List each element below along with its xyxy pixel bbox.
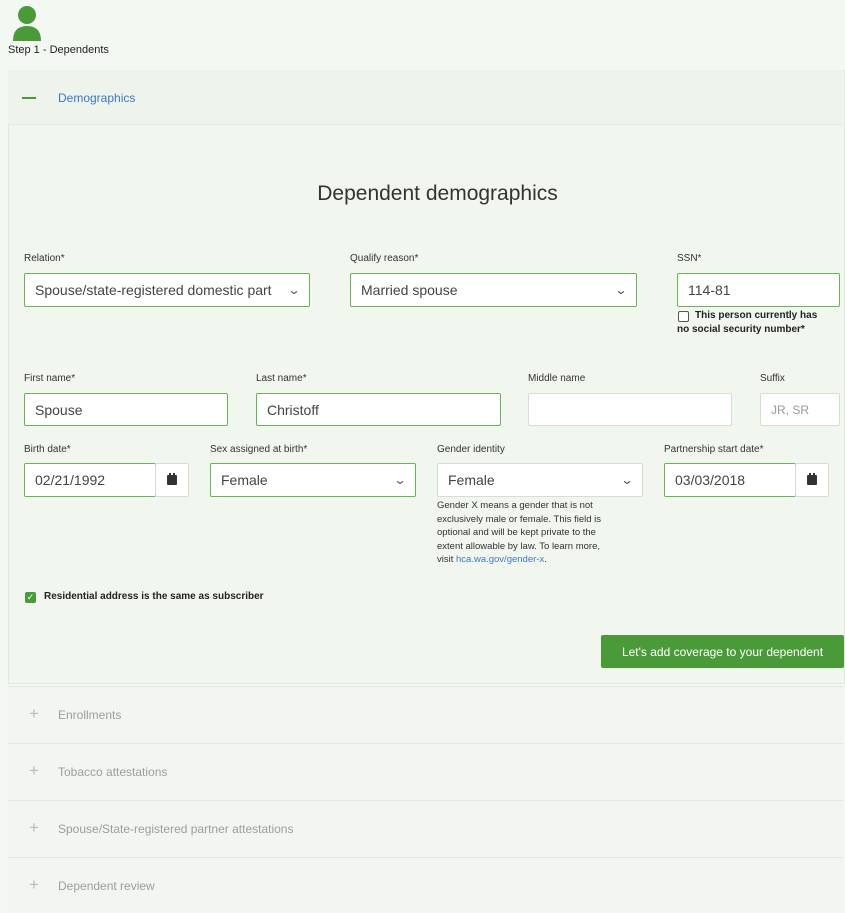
qualify-reason-value: Married spouse	[361, 282, 458, 298]
sex-at-birth-label: Sex assigned at birth*	[210, 444, 308, 455]
expand-icon: +	[29, 761, 39, 780]
gender-identity-value: Female	[448, 472, 495, 488]
gender-identity-label: Gender identity	[437, 444, 505, 455]
chevron-down-icon: ⌄	[287, 283, 301, 297]
suffix-placeholder: JR, SR	[771, 402, 810, 417]
birth-date-value: 02/21/1992	[35, 472, 106, 488]
qualify-reason-select[interactable]: Married spouse ⌄	[350, 273, 637, 307]
gender-x-link[interactable]: hca.wa.gov/gender-x	[456, 554, 544, 565]
add-coverage-button[interactable]: Let's add coverage to your dependent	[601, 635, 844, 668]
partnership-start-input[interactable]: 03/03/2018	[664, 463, 796, 497]
middle-name-label: Middle name	[528, 373, 586, 384]
birth-date-calendar-button[interactable]	[155, 463, 189, 497]
ssn-value: 114-81	[688, 282, 731, 298]
step-label: Step 1 - Dependents	[8, 44, 109, 56]
section-title: Tobacco attestations	[58, 765, 168, 779]
calendar-icon	[807, 473, 817, 485]
first-name-input[interactable]: Spouse	[24, 393, 228, 426]
relation-value: Spouse/state-registered domestic part	[35, 282, 272, 298]
accordion-tobacco[interactable]: + Tobacco attestations	[8, 743, 843, 800]
no-ssn-label: This person currently has	[695, 310, 818, 321]
residential-same-label: Residential address is the same as subsc…	[44, 591, 264, 602]
accordion-title-demographics[interactable]: Demographics	[58, 91, 135, 105]
last-name-input[interactable]: Christoff	[256, 393, 501, 426]
birth-date-label: Birth date*	[24, 444, 71, 455]
section-title: Dependent review	[58, 879, 155, 893]
calendar-icon	[167, 473, 177, 485]
last-name-value: Christoff	[267, 401, 319, 418]
gender-identity-select[interactable]: Female ⌄	[437, 463, 643, 497]
chevron-down-icon: ⌄	[620, 473, 634, 487]
expand-icon: +	[29, 875, 39, 894]
qualify-reason-label: Qualify reason*	[350, 253, 419, 264]
first-name-value: Spouse	[35, 401, 83, 418]
no-ssn-checkbox[interactable]	[678, 311, 689, 322]
partnership-start-label: Partnership start date*	[664, 444, 764, 455]
first-name-label: First name*	[24, 373, 76, 384]
partnership-calendar-button[interactable]	[795, 463, 829, 497]
ssn-input[interactable]: 114-81	[677, 273, 840, 307]
chevron-down-icon: ⌄	[614, 283, 628, 297]
residential-same-checkbox[interactable]: ✓	[25, 592, 36, 603]
gender-identity-help: Gender X means a gender that is not excl…	[437, 500, 602, 565]
chevron-down-icon: ⌄	[393, 473, 407, 487]
birth-date-input[interactable]: 02/21/1992	[24, 463, 156, 497]
last-name-label: Last name*	[256, 373, 307, 384]
page-title: Dependent demographics	[317, 182, 558, 205]
collapse-icon[interactable]	[22, 97, 36, 99]
suffix-input[interactable]: JR, SR	[760, 393, 840, 426]
ssn-label: SSN*	[677, 253, 702, 264]
relation-label: Relation*	[24, 253, 65, 264]
no-ssn-label-line2: no social security number*	[677, 324, 805, 335]
accordion-enrollments[interactable]: + Enrollments	[8, 686, 843, 743]
expand-icon: +	[29, 704, 39, 723]
suffix-label: Suffix	[760, 373, 785, 384]
section-title: Spouse/State-registered partner attestat…	[58, 822, 294, 836]
accordion-dependent-review[interactable]: + Dependent review	[8, 857, 843, 912]
person-icon	[13, 6, 41, 41]
relation-select[interactable]: Spouse/state-registered domestic part ⌄	[24, 273, 310, 307]
section-title: Enrollments	[58, 708, 122, 722]
sex-at-birth-value: Female	[221, 472, 268, 488]
sex-at-birth-select[interactable]: Female ⌄	[210, 463, 416, 497]
middle-name-input[interactable]	[528, 393, 732, 426]
accordion-spouse-attestations[interactable]: + Spouse/State-registered partner attest…	[8, 800, 843, 857]
expand-icon: +	[29, 818, 39, 837]
partnership-start-value: 03/03/2018	[675, 472, 746, 488]
